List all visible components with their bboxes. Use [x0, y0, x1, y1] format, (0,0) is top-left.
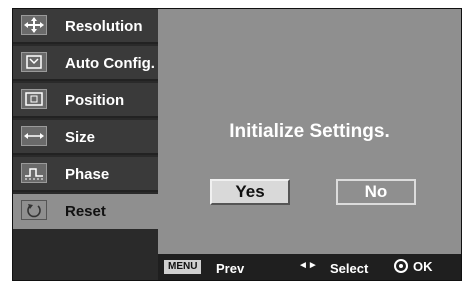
osd-menu: Resolution Auto Config. Position Size Ph…	[13, 9, 161, 280]
no-button[interactable]: No	[336, 179, 416, 205]
ok-button-icon	[394, 259, 408, 273]
yes-button[interactable]: Yes	[210, 179, 290, 205]
left-right-arrows-icon: ◄►	[298, 260, 318, 271]
footer-bar: MENU Prev ◄► Select OK	[158, 254, 461, 280]
menu-item-position[interactable]: Position	[13, 83, 158, 118]
size-icon	[21, 126, 47, 146]
dialog-title: Initialize Settings.	[229, 121, 390, 142]
menu-item-reset[interactable]: Reset	[13, 194, 161, 229]
menu-item-label: Position	[65, 92, 125, 109]
select-label: Select	[330, 261, 369, 276]
menu-item-label: Size	[65, 129, 96, 146]
position-icon	[21, 89, 47, 109]
menu-item-label: Reset	[65, 203, 106, 220]
menu-item-label: Auto Config.	[65, 55, 155, 72]
reset-icon	[21, 200, 47, 220]
reset-dialog: Initialize Settings. Yes No	[158, 9, 461, 254]
phase-icon	[21, 163, 47, 183]
prev-label: Prev	[216, 261, 245, 276]
menu-key-badge: MENU	[164, 260, 202, 274]
menu-item-auto-config[interactable]: Auto Config.	[13, 46, 158, 81]
menu-item-label: Phase	[65, 166, 110, 183]
menu-item-size[interactable]: Size	[13, 120, 158, 155]
resolution-icon	[21, 15, 47, 35]
osd-window: Resolution Auto Config. Position Size Ph…	[12, 8, 462, 281]
menu-item-label: Resolution	[65, 18, 143, 35]
auto-config-icon	[21, 52, 47, 72]
menu-item-phase[interactable]: Phase	[13, 157, 158, 192]
ok-label: OK	[413, 259, 433, 274]
menu-item-resolution[interactable]: Resolution	[13, 9, 158, 44]
